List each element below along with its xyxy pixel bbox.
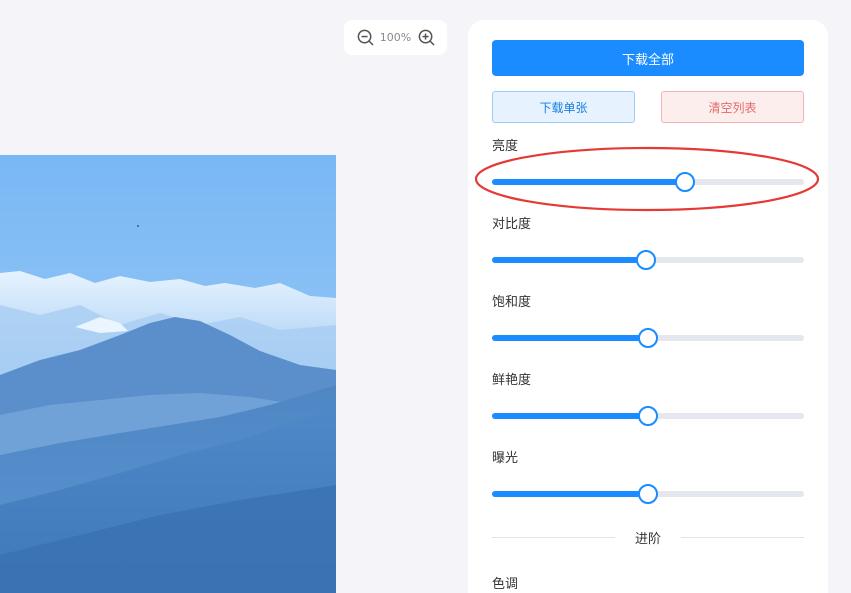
saturation-slider[interactable] [492,328,804,348]
mountain-photo [0,155,336,593]
slider-fill [492,257,647,263]
slider-thumb[interactable] [638,484,658,504]
settings-panel: 下载全部 下载单张 清空列表 亮度 对比度 饱和度 鲜艳度 曝光 进阶 色调 [468,20,828,593]
contrast-slider[interactable] [492,250,804,270]
divider-line [681,536,805,538]
divider-line [492,536,615,538]
zoom-in-icon[interactable] [417,28,436,47]
slider-fill [492,413,648,419]
advanced-section-title: 进阶 [635,531,662,547]
exposure-label: 曝光 [492,451,519,466]
advanced-divider: 进阶 [492,529,805,547]
slider-fill [492,179,686,185]
slider-fill [492,491,648,497]
zoom-control: 100% [344,20,447,55]
vibrance-slider[interactable] [492,406,804,426]
download-all-button[interactable]: 下载全部 [492,40,804,76]
slider-thumb[interactable] [636,250,657,270]
slider-thumb[interactable] [675,172,696,192]
exposure-slider[interactable] [492,484,804,504]
zoom-level: 100% [379,31,412,44]
zoom-out-icon[interactable] [356,28,375,47]
slider-thumb[interactable] [638,328,658,348]
slider-thumb[interactable] [638,406,658,426]
slider-fill [492,335,648,341]
image-preview [0,155,336,593]
brightness-slider[interactable] [492,172,804,192]
download-single-button[interactable]: 下载单张 [492,91,635,123]
contrast-label: 对比度 [492,217,532,232]
brightness-label: 亮度 [492,139,519,154]
hue-label: 色调 [492,577,519,592]
clear-list-button[interactable]: 清空列表 [661,91,804,123]
saturation-label: 饱和度 [492,295,532,310]
editor-screen: 100% 下载全部 下载单张 清空列表 亮度 对比度 饱和度 鲜艳度 曝光 进阶… [0,0,851,593]
vibrance-label: 鲜艳度 [492,373,532,388]
